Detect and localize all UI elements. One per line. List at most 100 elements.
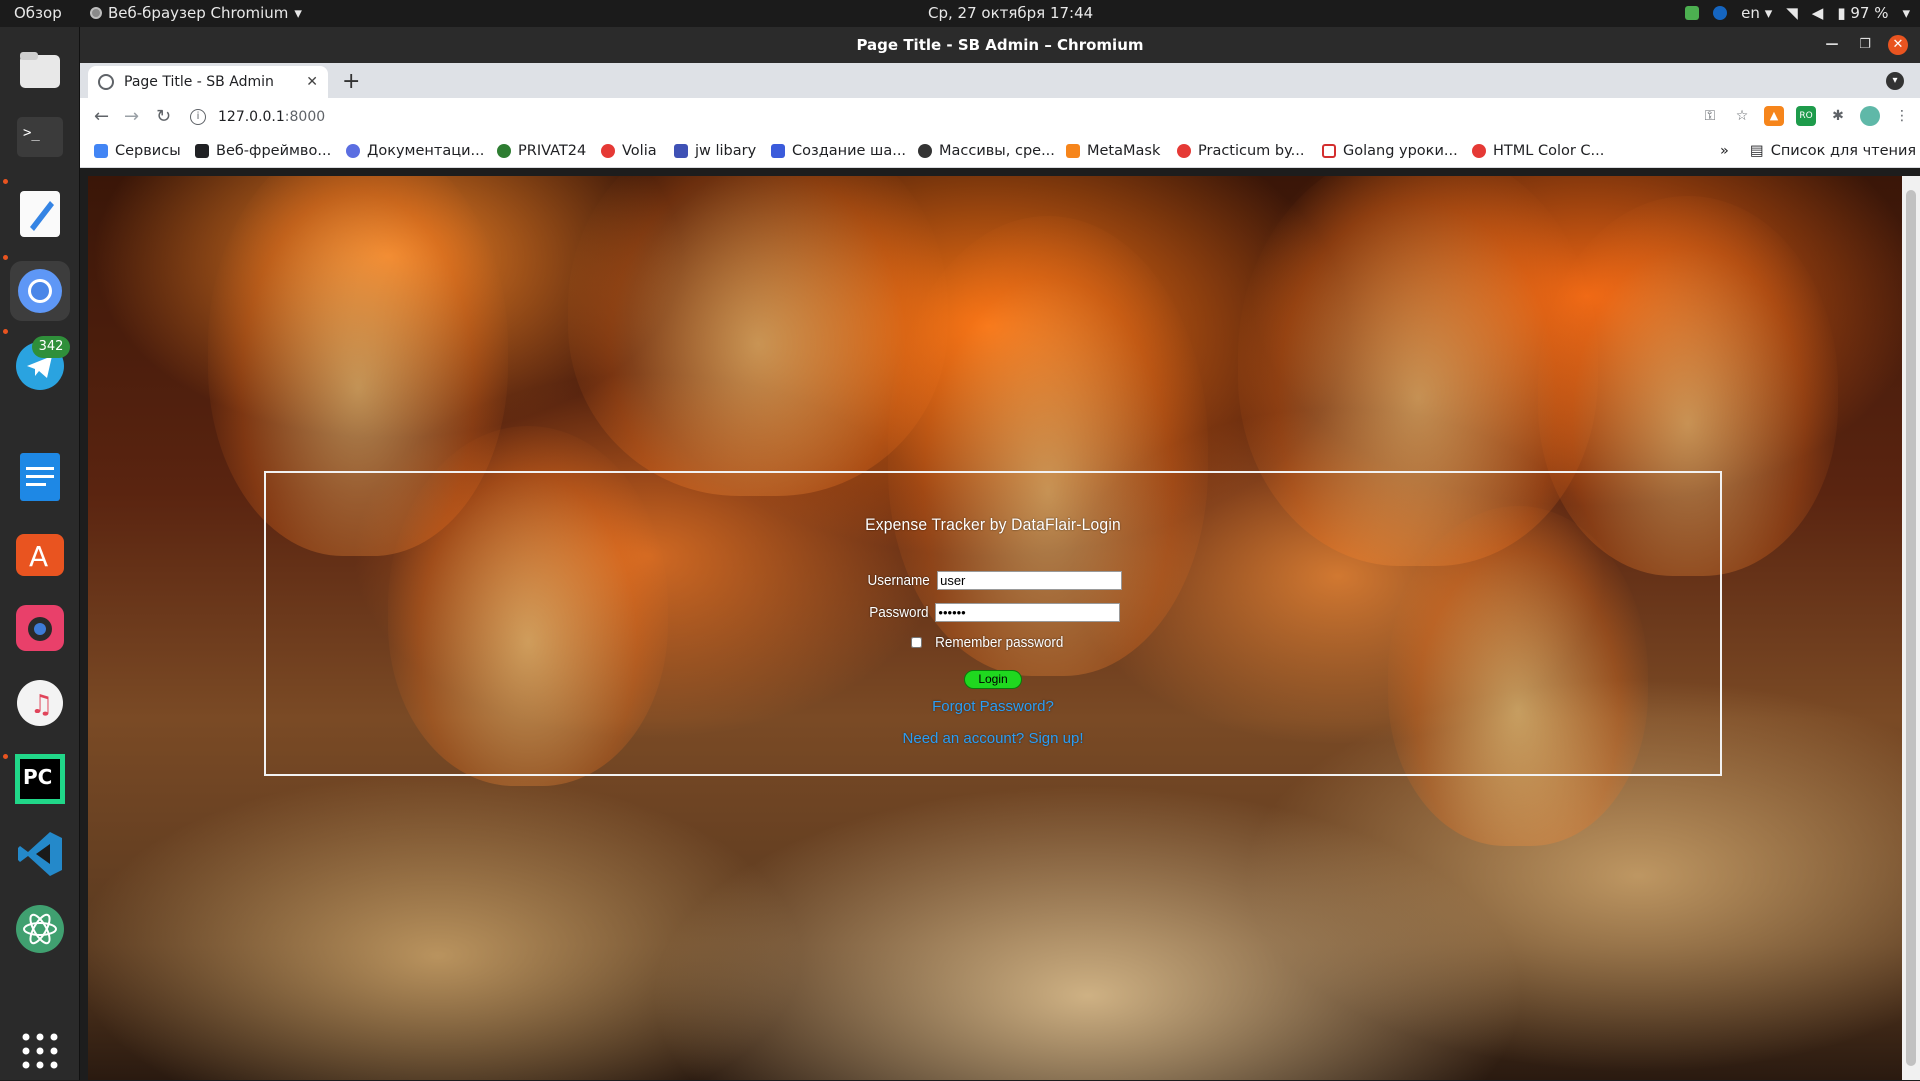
chromium-icon (18, 269, 62, 313)
writer-app[interactable] (10, 447, 70, 507)
bookmark-item[interactable]: Practicum by... (1177, 143, 1304, 159)
language-indicator[interactable]: en ▾ (1741, 4, 1772, 22)
new-tab-button[interactable]: + (342, 69, 360, 94)
url-host: 127.0.0.1 (218, 109, 285, 125)
ro-extension-icon[interactable]: RO (1796, 106, 1816, 126)
globe-icon (98, 74, 114, 90)
shield-icon[interactable] (1685, 6, 1700, 20)
apps-icon (94, 144, 108, 158)
minimize-button[interactable]: — (1822, 35, 1842, 55)
chevron-down-icon[interactable]: ▾ (1902, 4, 1910, 22)
camera-icon (16, 605, 64, 651)
password-input[interactable] (935, 603, 1121, 622)
bookmark-item[interactable]: Volia (601, 143, 657, 159)
reload-button[interactable]: ↻ (156, 106, 171, 127)
scrollbar-thumb[interactable] (1906, 190, 1916, 1066)
username-row: Username (266, 571, 1720, 590)
svg-text:♫: ♫ (30, 690, 53, 720)
vscode-app[interactable] (10, 824, 70, 884)
reading-list-button[interactable]: ▤ Список для чтения (1750, 143, 1916, 159)
password-label: Password (868, 604, 929, 621)
pycharm-app[interactable]: PC (10, 749, 70, 809)
running-indicator (3, 255, 8, 260)
login-button[interactable]: Login (964, 670, 1022, 689)
show-applications-button[interactable] (10, 1021, 70, 1081)
bookmark-item[interactable]: jw libary (674, 143, 756, 159)
terminal-app[interactable]: >_ (10, 107, 70, 167)
telegram-unread-badge: 342 (32, 336, 70, 358)
back-button[interactable]: ← (94, 106, 109, 127)
window-titlebar[interactable]: Page Title - SB Admin – Chromium — ❐ ✕ (80, 27, 1920, 63)
app-store-icon: A (16, 534, 64, 576)
app-center-app[interactable]: A (10, 522, 70, 582)
activities-button[interactable]: Обзор (14, 4, 62, 22)
bookmark-item[interactable]: Создание ша... (771, 143, 906, 159)
page-scrollbar[interactable] (1902, 176, 1920, 1080)
key-icon[interactable]: ⚿ (1700, 106, 1720, 126)
forward-button[interactable]: → (124, 106, 139, 127)
site-info-icon[interactable]: i (190, 109, 206, 125)
text-editor-app[interactable] (10, 184, 70, 244)
system-tray[interactable]: en ▾ ◥ ◀ ▮ 97 % ▾ (1685, 4, 1910, 22)
vscode-icon (18, 832, 62, 876)
bookmark-favicon (346, 144, 360, 158)
bookmarks-bar: Сервисы Веб-фреймво... Документаци... PR… (80, 136, 1920, 168)
bookmark-favicon (1472, 144, 1486, 158)
bookmark-favicon (1177, 144, 1191, 158)
username-label: Username (867, 572, 930, 589)
metamask-extension-icon[interactable]: ▲ (1764, 106, 1784, 126)
vpn-icon[interactable] (1713, 6, 1728, 20)
tab-active[interactable]: Page Title - SB Admin ✕ (88, 66, 328, 98)
code-icon (1322, 144, 1336, 158)
avatar[interactable] (1860, 106, 1880, 126)
login-panel: Expense Tracker by DataFlair-Login Usern… (264, 471, 1722, 776)
remember-label[interactable]: Remember password (935, 634, 1063, 651)
menu-icon[interactable]: ⋮ (1892, 106, 1912, 126)
bookmark-item[interactable]: HTML Color C... (1472, 143, 1604, 159)
music-app[interactable]: ♫ (10, 673, 70, 733)
chromium-icon (90, 7, 102, 19)
music-icon: ♫ (17, 680, 63, 726)
bookmark-item[interactable]: MetaMask (1066, 143, 1160, 159)
files-app[interactable] (10, 40, 70, 100)
username-input[interactable] (937, 571, 1123, 590)
atom-app[interactable] (10, 899, 70, 959)
star-icon[interactable]: ☆ (1732, 106, 1752, 126)
tab-search-button[interactable]: ▾ (1886, 72, 1904, 90)
svg-text:A: A (29, 540, 48, 573)
close-window-button[interactable]: ✕ (1888, 35, 1908, 55)
bookmark-favicon (195, 144, 209, 158)
battery-indicator[interactable]: ▮ 97 % (1837, 4, 1888, 22)
camera-app[interactable] (10, 598, 70, 658)
chromium-app[interactable] (10, 261, 70, 321)
bookmark-item[interactable]: Документаци... (346, 143, 484, 159)
remember-checkbox[interactable] (911, 637, 923, 648)
browser-toolbar: ← → ↻ i 127.0.0.1:8000 ⚿ ☆ ▲ RO ✱ ⋮ (80, 98, 1920, 136)
tab-close-button[interactable]: ✕ (306, 74, 318, 90)
clock[interactable]: Ср, 27 октября 17:44 (928, 4, 1093, 22)
tab-strip: Page Title - SB Admin ✕ + ▾ (80, 63, 1920, 98)
forgot-password-link[interactable]: Forgot Password? (932, 698, 1054, 715)
bookmark-item[interactable]: Веб-фреймво... (195, 143, 331, 159)
metamask-icon (1066, 144, 1080, 158)
signup-link[interactable]: Need an account? Sign up! (903, 730, 1084, 747)
running-indicator (3, 754, 8, 759)
app-menu[interactable]: Веб-браузер Chromium ▾ (90, 4, 302, 22)
bookmark-item[interactable]: PRIVAT24 (497, 143, 586, 159)
bookmark-item[interactable]: Golang уроки... (1322, 143, 1458, 159)
bookmark-item[interactable]: Сервисы (94, 143, 181, 159)
bookmark-favicon (674, 144, 688, 158)
address-bar[interactable]: i 127.0.0.1:8000 (190, 102, 1750, 132)
puzzle-icon[interactable]: ✱ (1828, 106, 1848, 126)
bookmark-favicon (771, 144, 785, 158)
bookmark-item[interactable]: Массивы, сре... (918, 143, 1055, 159)
running-indicator (3, 329, 8, 334)
maximize-button[interactable]: ❐ (1855, 35, 1875, 55)
remember-row: Remember password (266, 634, 1720, 651)
bookmarks-overflow-button[interactable]: » (1720, 143, 1729, 159)
bookmark-favicon (497, 144, 511, 158)
system-top-bar: Обзор Веб-браузер Chromium ▾ Ср, 27 октя… (0, 0, 1920, 27)
bookmark-favicon (918, 144, 932, 158)
forgot-password-row: Forgot Password? (266, 698, 1720, 715)
page-title: Expense Tracker by DataFlair-Login (865, 515, 1121, 534)
